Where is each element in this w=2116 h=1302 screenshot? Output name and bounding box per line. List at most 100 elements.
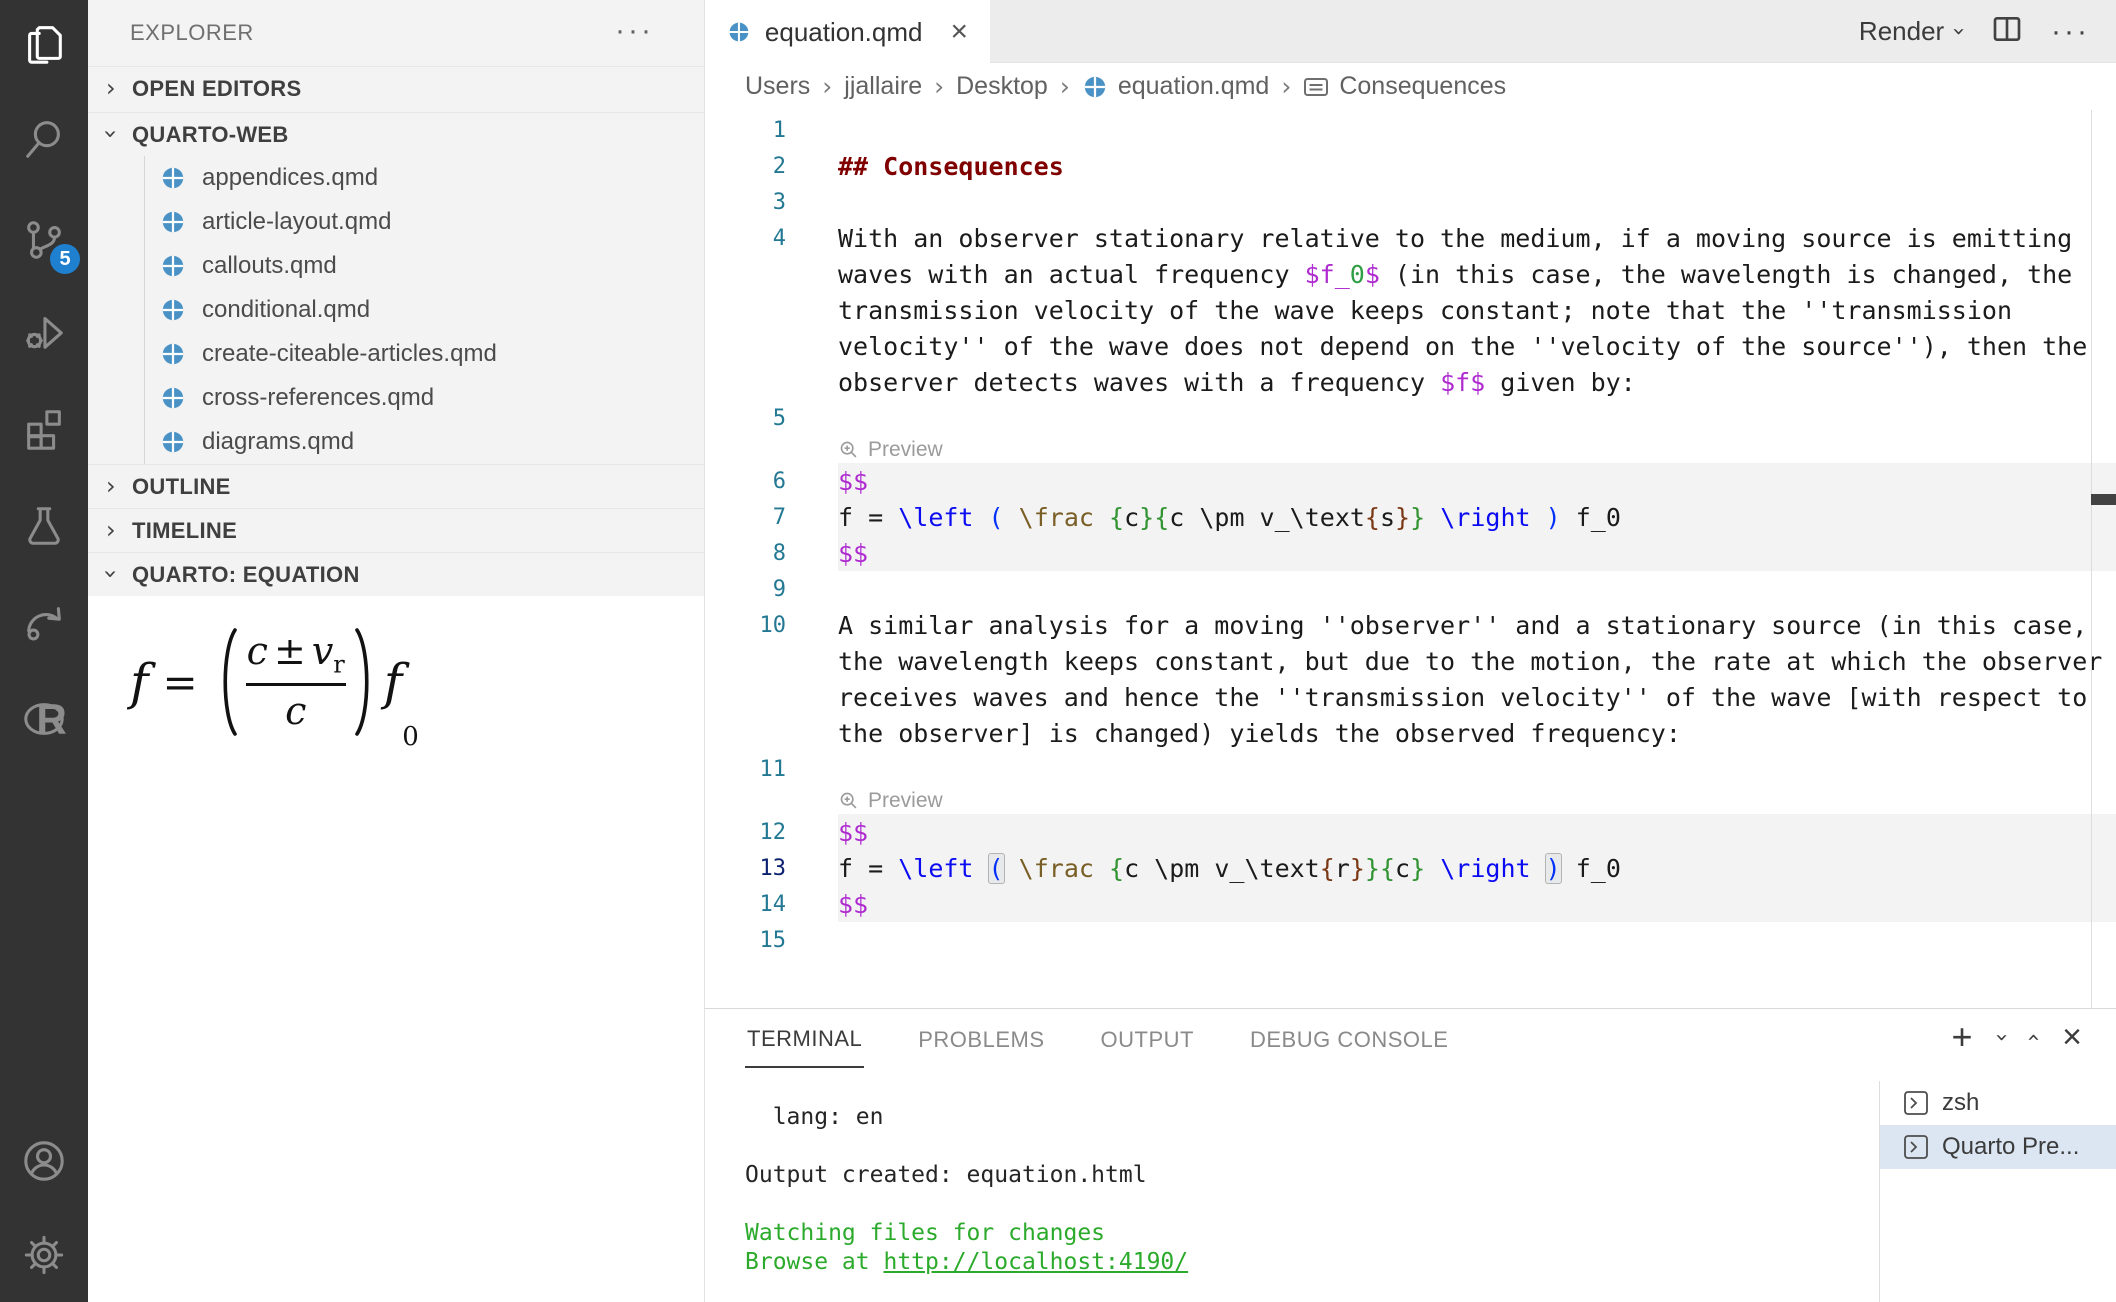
terminal-link[interactable]: http://localhost:4190/ (883, 1249, 1188, 1275)
preview-lens-button[interactable]: Preview (838, 438, 943, 462)
file-item[interactable]: callouts.qmd (88, 244, 704, 288)
qmd-file-icon (1082, 74, 1108, 100)
editor-row: 9 (705, 571, 2116, 607)
render-button[interactable]: Render › (1859, 16, 1963, 47)
terminal-session-zsh[interactable]: zsh (1880, 1081, 2116, 1125)
terminal-dropdown-icon[interactable]: › (1988, 1033, 2013, 1042)
code-token: the observer] is changed) yields the obs… (838, 719, 1681, 748)
terminal-line: Browse at http://localhost:4190/ (745, 1249, 1188, 1278)
editor-group: equation.qmd × Render › ··· Users›jjalla… (705, 0, 2116, 1302)
panel-tab-debug-console[interactable]: DEBUG CONSOLE (1248, 1013, 1450, 1067)
code-token: $$ (838, 467, 868, 496)
sidebar-section-quarto-web[interactable]: › QUARTO-WEB (88, 112, 704, 156)
terminal-line (745, 1133, 1188, 1162)
editor-more-actions-icon[interactable]: ··· (2051, 15, 2090, 49)
code-lens-row: Preview (705, 787, 2116, 814)
qmd-file-icon (727, 18, 751, 46)
file-name: cross-references.qmd (202, 384, 434, 412)
line-number: 1 (705, 118, 838, 143)
terminal-prompt-icon (1902, 1089, 1930, 1117)
settings-gear-icon[interactable] (0, 1211, 88, 1299)
panel-tab-problems[interactable]: PROBLEMS (916, 1013, 1046, 1067)
split-editor-icon[interactable] (1991, 13, 2023, 50)
breadcrumb-item[interactable]: Users (745, 72, 810, 101)
editor-row: 4With an observer stationary relative to… (705, 220, 2116, 256)
sidebar-more-actions[interactable]: ··· (615, 16, 654, 46)
preview-lens-label: Preview (868, 789, 943, 813)
extensions-icon[interactable] (0, 385, 88, 473)
code-lens-row: Preview (705, 436, 2116, 463)
qmd-file-icon (160, 253, 186, 279)
explorer-icon[interactable] (0, 0, 88, 88)
quarto-equation-preview: f = c±vr c f 0 (88, 596, 704, 1302)
panel-tab-terminal[interactable]: TERMINAL (745, 1012, 864, 1068)
close-panel-icon[interactable]: × (2062, 1020, 2082, 1054)
file-item[interactable]: conditional.qmd (88, 288, 704, 332)
breadcrumb: Users›jjallaire›Desktop›equation.qmd›Con… (705, 63, 2116, 110)
breadcrumb-item[interactable]: Consequences (1303, 72, 1506, 101)
breadcrumb-item[interactable]: jjallaire (844, 72, 922, 101)
tab-equation-qmd[interactable]: equation.qmd × (705, 0, 990, 64)
testing-beaker-icon[interactable] (0, 482, 88, 570)
code-token: A similar analysis for a moving ''observ… (838, 611, 2087, 640)
terminal-session-quarto-pre-[interactable]: Quarto Pre... (1880, 1125, 2116, 1169)
file-name: appendices.qmd (202, 164, 378, 192)
code-token: s (1380, 503, 1395, 532)
code-token: the wavelength keeps constant, but due t… (838, 647, 2102, 676)
breadcrumb-item[interactable]: equation.qmd (1082, 72, 1270, 101)
line-content (838, 922, 2116, 958)
code-token: f = (838, 854, 898, 883)
search-icon[interactable] (0, 95, 88, 183)
file-item[interactable]: diagrams.qmd (88, 420, 704, 464)
symbol-header-icon (1303, 76, 1329, 98)
quarto-publish-icon[interactable] (0, 579, 88, 667)
code-token: ## Consequences (838, 152, 1064, 181)
code-token: } (1139, 503, 1154, 532)
code-token (1004, 503, 1019, 532)
sidebar-section-open-editors[interactable]: › OPEN EDITORS (88, 66, 704, 110)
scrollbar-track[interactable] (2091, 110, 2092, 1008)
file-item[interactable]: appendices.qmd (88, 156, 704, 200)
sidebar-section-outline[interactable]: › OUTLINE (88, 464, 704, 508)
code-token: { (1380, 854, 1395, 883)
line-content (838, 571, 2116, 607)
qmd-file-icon (160, 341, 186, 367)
breadcrumb-label: jjallaire (844, 72, 922, 101)
overview-ruler-marker (2091, 494, 2116, 505)
session-label: zsh (1942, 1089, 1979, 1117)
code-token: { (1320, 854, 1335, 883)
file-item[interactable]: article-layout.qmd (88, 200, 704, 244)
editor-row: velocity'' of the wave does not depend o… (705, 328, 2116, 364)
lens-content: Preview (838, 787, 2116, 814)
tab-close-icon[interactable]: × (950, 17, 968, 47)
code-token: } (1350, 854, 1365, 883)
editor-row: 12$$ (705, 814, 2116, 850)
terminal-text: lang: en (745, 1104, 883, 1130)
code-token: receives waves and hence the ''transmiss… (838, 683, 2087, 712)
file-item[interactable]: cross-references.qmd (88, 376, 704, 420)
editor-row: 2## Consequences (705, 148, 2116, 184)
account-icon[interactable] (0, 1117, 88, 1205)
preview-lens-button[interactable]: Preview (838, 789, 943, 813)
file-name: conditional.qmd (202, 296, 370, 324)
file-item[interactable]: create-citeable-articles.qmd (88, 332, 704, 376)
panel-tab-output[interactable]: OUTPUT (1099, 1013, 1196, 1067)
source-control-icon[interactable]: 5 (0, 196, 88, 284)
line-content: observer detects waves with a frequency … (838, 364, 2116, 400)
qmd-file-icon (1082, 74, 1108, 100)
line-content: receives waves and hence the ''transmiss… (838, 679, 2116, 715)
sidebar-section-timeline[interactable]: › TIMELINE (88, 508, 704, 552)
terminal-session-list: zsh Quarto Pre... (1879, 1081, 2116, 1302)
editor-row: the observer] is changed) yields the obs… (705, 715, 2116, 751)
new-terminal-icon[interactable]: + (1951, 1019, 1972, 1055)
maximize-panel-icon[interactable]: › (2021, 1033, 2046, 1042)
code-editor[interactable]: 12## Consequences34With an observer stat… (705, 110, 2116, 1008)
run-debug-icon[interactable] (0, 287, 88, 375)
editor-row: 13f = \left ( \frac {c \pm v_\text{r}}{c… (705, 850, 2116, 886)
sidebar-section-quarto-equation[interactable]: › QUARTO: EQUATION (88, 552, 704, 596)
breadcrumb-item[interactable]: Desktop (956, 72, 1048, 101)
line-content: ## Consequences (838, 148, 2116, 184)
r-project-icon[interactable]: R (0, 675, 88, 763)
panel-actions: + › › × (1951, 1019, 2082, 1055)
breadcrumb-label: Consequences (1339, 72, 1506, 101)
